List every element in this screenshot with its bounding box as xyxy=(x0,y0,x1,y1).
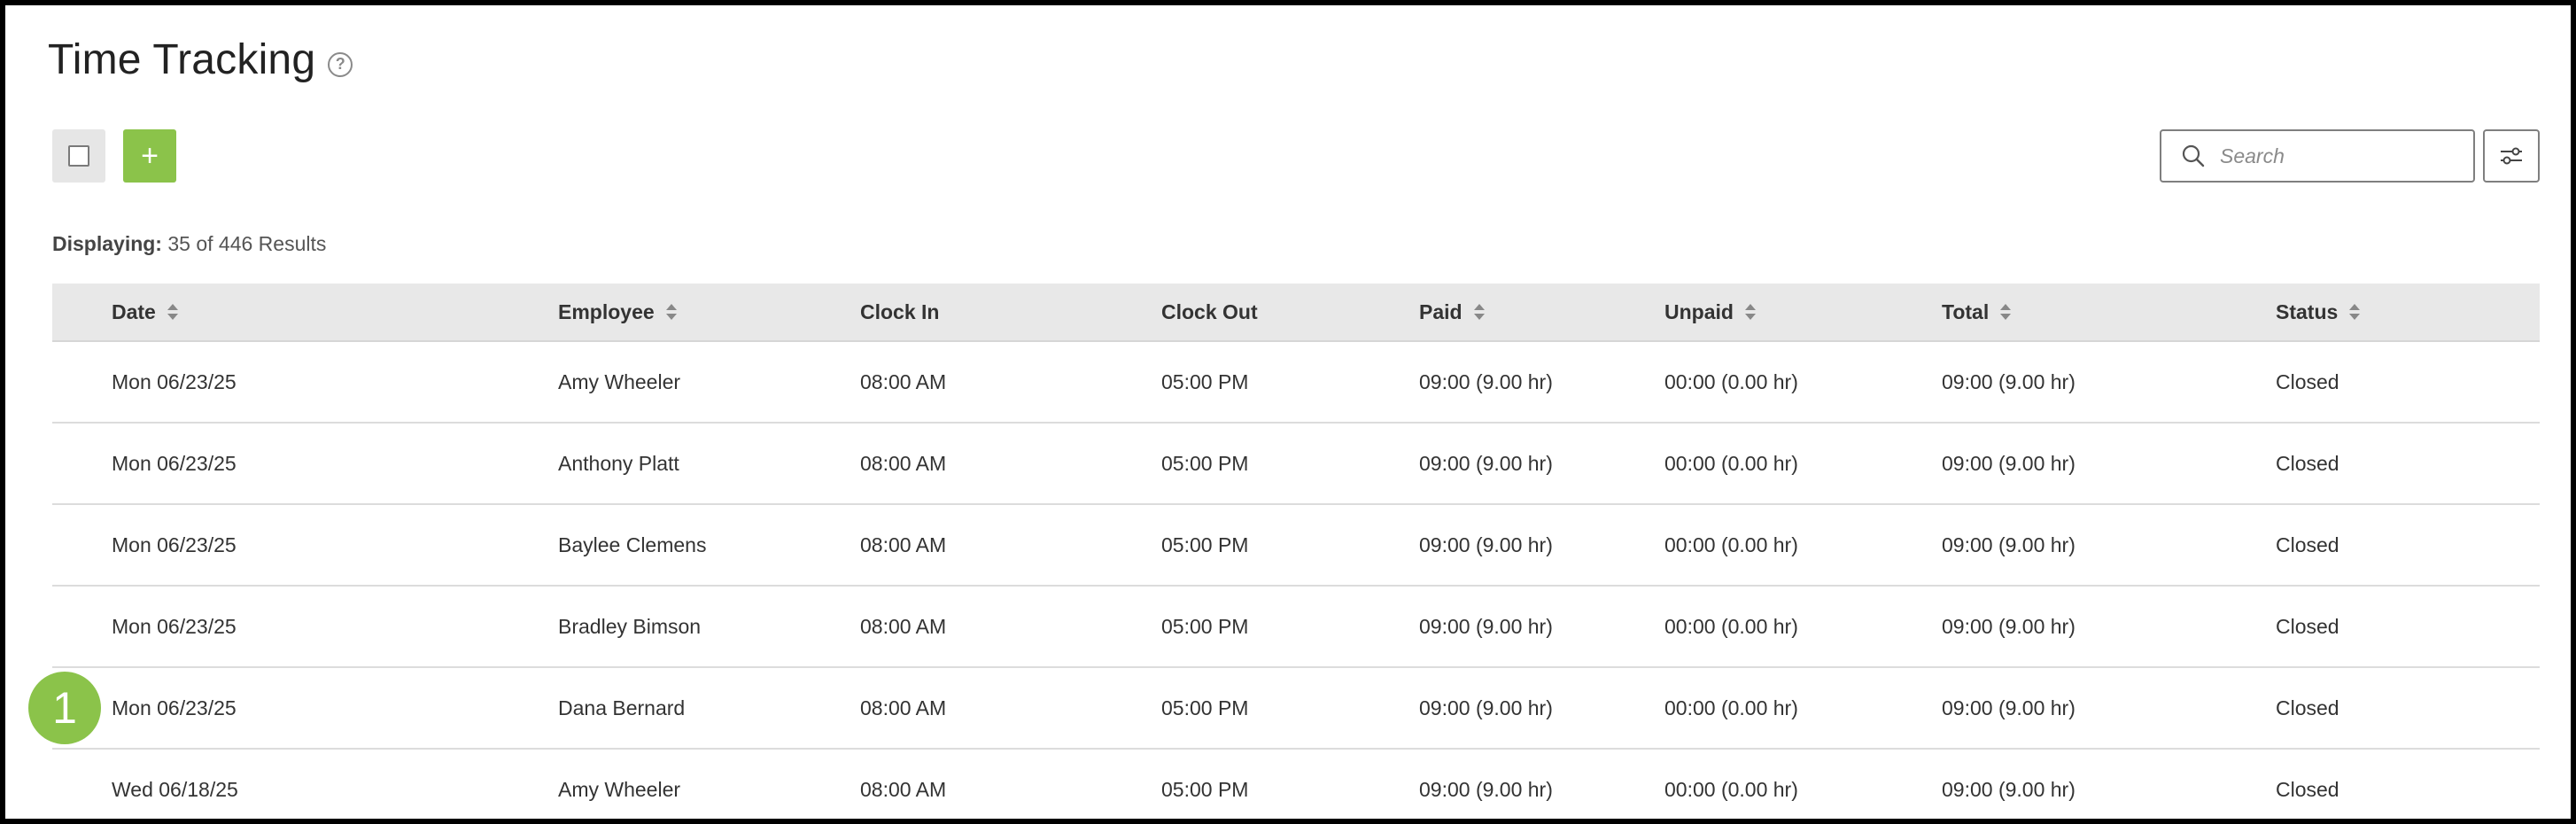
add-button[interactable]: + xyxy=(123,129,176,183)
step-number-badge: 1 xyxy=(28,672,101,744)
cell-clock-out: 05:00 PM xyxy=(1161,369,1249,393)
cell-date: Mon 06/23/25 xyxy=(112,614,237,638)
cell-employee: Amy Wheeler xyxy=(558,777,681,801)
cell-status: Closed xyxy=(2276,369,2339,393)
cell-clock-out: 05:00 PM xyxy=(1161,777,1249,801)
sort-icon xyxy=(2000,304,2012,320)
help-icon[interactable]: ? xyxy=(328,51,353,77)
cell-paid: 09:00 (9.00 hr) xyxy=(1419,451,1553,475)
column-header-unpaid[interactable]: Unpaid xyxy=(1664,284,1757,340)
table-row[interactable]: Mon 06/23/25 Bradley Bimson 08:00 AM 05:… xyxy=(52,587,2540,668)
table-row[interactable]: Mon 06/23/25 Anthony Platt 08:00 AM 05:0… xyxy=(52,424,2540,505)
column-header-label: Status xyxy=(2276,299,2339,323)
cell-employee: Bradley Bimson xyxy=(558,614,702,638)
column-header-clock-in: Clock In xyxy=(860,284,939,340)
cell-clock-in: 08:00 AM xyxy=(860,614,947,638)
cell-clock-in: 08:00 AM xyxy=(860,451,947,475)
column-header-label: Employee xyxy=(558,299,655,323)
select-all-checkbox[interactable] xyxy=(52,129,105,183)
cell-clock-in: 08:00 AM xyxy=(860,696,947,719)
cell-employee: Baylee Clemens xyxy=(558,532,707,556)
cell-paid: 09:00 (9.00 hr) xyxy=(1419,614,1553,638)
cell-unpaid: 00:00 (0.00 hr) xyxy=(1664,532,1798,556)
sort-icon xyxy=(2349,304,2361,320)
sliders-icon xyxy=(2501,147,2522,165)
results-count: 35 of 446 Results xyxy=(167,232,327,255)
title-row: Time Tracking ? xyxy=(48,35,353,84)
table-row[interactable]: Mon 06/23/25 Amy Wheeler 08:00 AM 05:00 … xyxy=(52,342,2540,424)
table-row[interactable]: Mon 06/23/25 Baylee Clemens 08:00 AM 05:… xyxy=(52,505,2540,587)
cell-paid: 09:00 (9.00 hr) xyxy=(1419,369,1553,393)
table-row[interactable]: Mon 06/23/25 Dana Bernard 08:00 AM 05:00… xyxy=(52,668,2540,750)
cell-status: Closed xyxy=(2276,696,2339,719)
cell-paid: 09:00 (9.00 hr) xyxy=(1419,777,1553,801)
column-header-status[interactable]: Status xyxy=(2276,284,2361,340)
cell-total: 09:00 (9.00 hr) xyxy=(1942,696,2076,719)
cell-total: 09:00 (9.00 hr) xyxy=(1942,532,2076,556)
cell-unpaid: 00:00 (0.00 hr) xyxy=(1664,696,1798,719)
cell-paid: 09:00 (9.00 hr) xyxy=(1419,696,1553,719)
time-table: Date Employee Clock In Clock Out Paid Un… xyxy=(52,284,2540,819)
column-header-label: Date xyxy=(112,299,156,323)
cell-status: Closed xyxy=(2276,614,2339,638)
column-header-label: Clock Out xyxy=(1161,299,1258,323)
column-header-label: Total xyxy=(1942,299,1990,323)
column-header-label: Paid xyxy=(1419,299,1463,323)
column-header-total[interactable]: Total xyxy=(1942,284,2012,340)
cell-total: 09:00 (9.00 hr) xyxy=(1942,777,2076,801)
cell-date: Mon 06/23/25 xyxy=(112,369,237,393)
sort-icon xyxy=(665,304,677,320)
cell-unpaid: 00:00 (0.00 hr) xyxy=(1664,451,1798,475)
search-icon xyxy=(2182,144,2205,167)
cell-clock-in: 08:00 AM xyxy=(860,369,947,393)
cell-status: Closed xyxy=(2276,451,2339,475)
sort-icon xyxy=(167,304,178,320)
cell-employee: Amy Wheeler xyxy=(558,369,681,393)
search-input[interactable] xyxy=(2218,143,2461,169)
cell-date: Mon 06/23/25 xyxy=(112,696,237,719)
table-row[interactable]: Wed 06/18/25 Amy Wheeler 08:00 AM 05:00 … xyxy=(52,750,2540,819)
column-header-label: Clock In xyxy=(860,299,940,323)
checkbox-box xyxy=(68,145,89,167)
cell-total: 09:00 (9.00 hr) xyxy=(1942,451,2076,475)
cell-employee: Anthony Platt xyxy=(558,451,679,475)
cell-total: 09:00 (9.00 hr) xyxy=(1942,614,2076,638)
cell-paid: 09:00 (9.00 hr) xyxy=(1419,532,1553,556)
results-summary: Displaying: 35 of 446 Results xyxy=(52,232,326,256)
cell-clock-out: 05:00 PM xyxy=(1161,451,1249,475)
cell-clock-out: 05:00 PM xyxy=(1161,532,1249,556)
cell-clock-in: 08:00 AM xyxy=(860,532,947,556)
sort-icon xyxy=(1744,304,1756,320)
cell-total: 09:00 (9.00 hr) xyxy=(1942,369,2076,393)
cell-clock-in: 08:00 AM xyxy=(860,777,947,801)
cell-unpaid: 00:00 (0.00 hr) xyxy=(1664,369,1798,393)
cell-status: Closed xyxy=(2276,777,2339,801)
column-header-employee[interactable]: Employee xyxy=(558,284,678,340)
sort-icon xyxy=(1473,304,1485,320)
column-header-label: Unpaid xyxy=(1664,299,1734,323)
filter-button[interactable] xyxy=(2483,129,2540,183)
results-label: Displaying: xyxy=(52,232,162,255)
column-header-clock-out: Clock Out xyxy=(1161,284,1258,340)
cell-clock-out: 05:00 PM xyxy=(1161,614,1249,638)
cell-unpaid: 00:00 (0.00 hr) xyxy=(1664,614,1798,638)
cell-date: Mon 06/23/25 xyxy=(112,451,237,475)
cell-date: Mon 06/23/25 xyxy=(112,532,237,556)
cell-status: Closed xyxy=(2276,532,2339,556)
cell-employee: Dana Bernard xyxy=(558,696,686,719)
cell-unpaid: 00:00 (0.00 hr) xyxy=(1664,777,1798,801)
cell-date: Wed 06/18/25 xyxy=(112,777,238,801)
column-header-date[interactable]: Date xyxy=(112,284,179,340)
search-field[interactable] xyxy=(2160,129,2475,183)
column-header-paid[interactable]: Paid xyxy=(1419,284,1486,340)
table-header: Date Employee Clock In Clock Out Paid Un… xyxy=(52,284,2540,342)
cell-clock-out: 05:00 PM xyxy=(1161,696,1249,719)
app-frame: Time Tracking ? + Displaying: 35 of 446 … xyxy=(0,0,2576,824)
page-title: Time Tracking xyxy=(48,36,316,83)
